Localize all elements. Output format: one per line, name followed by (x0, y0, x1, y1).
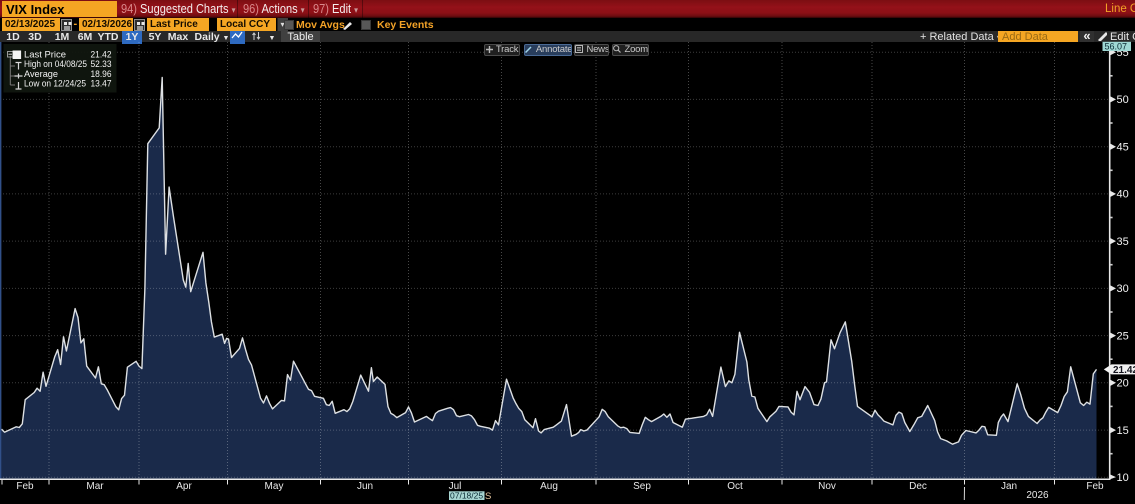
svg-text:May: May (265, 481, 284, 492)
svg-text:10: 10 (1117, 472, 1129, 484)
svg-text:Feb: Feb (1086, 481, 1104, 492)
svg-text:Low on 12/24/25: Low on 12/24/25 (24, 77, 86, 88)
svg-text:Jan: Jan (1001, 481, 1017, 492)
svg-text:21.42: 21.42 (1113, 365, 1135, 376)
svg-text:Feb: Feb (16, 481, 34, 492)
svg-text:Sep: Sep (633, 481, 651, 492)
svg-text:2026: 2026 (1026, 490, 1049, 501)
svg-text:40: 40 (1117, 189, 1129, 201)
svg-text:56.07: 56.07 (1105, 41, 1128, 51)
svg-text:50: 50 (1117, 94, 1129, 106)
svg-text:S: S (485, 491, 491, 502)
svg-text:Apr: Apr (176, 481, 192, 492)
svg-text:Aug: Aug (540, 481, 558, 492)
svg-text:Nov: Nov (818, 481, 836, 492)
svg-text:35: 35 (1117, 236, 1129, 248)
svg-text:13.47: 13.47 (91, 77, 112, 88)
svg-text:30: 30 (1117, 283, 1129, 295)
svg-text:Mar: Mar (86, 481, 104, 492)
svg-text:Oct: Oct (727, 481, 743, 492)
svg-text:Jun: Jun (357, 481, 373, 492)
svg-text:45: 45 (1117, 142, 1129, 154)
svg-text:Dec: Dec (909, 481, 927, 492)
svg-text:25: 25 (1117, 330, 1129, 342)
svg-text:07/18/25: 07/18/25 (450, 491, 483, 501)
svg-text:20: 20 (1117, 378, 1129, 390)
svg-text:15: 15 (1117, 425, 1129, 437)
